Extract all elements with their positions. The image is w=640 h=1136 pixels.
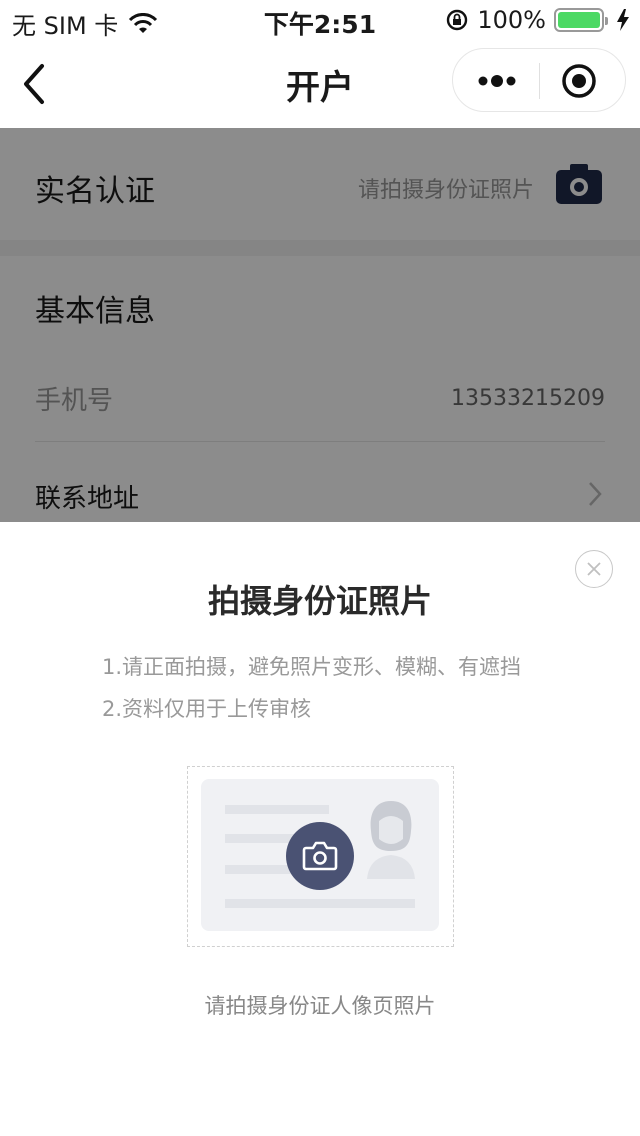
charging-icon bbox=[617, 9, 629, 31]
portrait-icon bbox=[367, 801, 415, 879]
upload-caption: 请拍摄身份证人像页照片 bbox=[204, 994, 436, 1018]
id-photo-sheet: 拍摄身份证照片 1.请正面拍摄，避免照片变形、模糊、有遮挡 2.资料仅用于上传审… bbox=[0, 522, 640, 1136]
miniprogram-capsule bbox=[452, 48, 626, 112]
battery-percent: 100% bbox=[477, 6, 546, 34]
battery-fill bbox=[558, 12, 600, 28]
battery-icon bbox=[554, 8, 608, 32]
orientation-lock-icon bbox=[447, 9, 468, 31]
tip-item: 1.请正面拍摄，避免照片变形、模糊、有遮挡 bbox=[102, 655, 522, 679]
camera-icon[interactable] bbox=[286, 822, 354, 890]
more-icon[interactable] bbox=[477, 67, 517, 95]
sheet-title: 拍摄身份证照片 bbox=[207, 582, 432, 620]
tips-list: 1.请正面拍摄，避免照片变形、模糊、有遮挡 2.资料仅用于上传审核 bbox=[102, 646, 602, 730]
modal-mask[interactable] bbox=[0, 128, 640, 522]
close-miniprogram-icon[interactable] bbox=[561, 63, 597, 99]
status-bar: 无 SIM 卡 下午2:51 100% bbox=[0, 0, 640, 40]
tip-item: 2.资料仅用于上传审核 bbox=[102, 697, 312, 721]
card-line-icon bbox=[225, 899, 415, 908]
nav-bar: 开户 bbox=[0, 40, 640, 128]
card-line-icon bbox=[225, 805, 329, 814]
capsule-divider bbox=[539, 63, 540, 99]
